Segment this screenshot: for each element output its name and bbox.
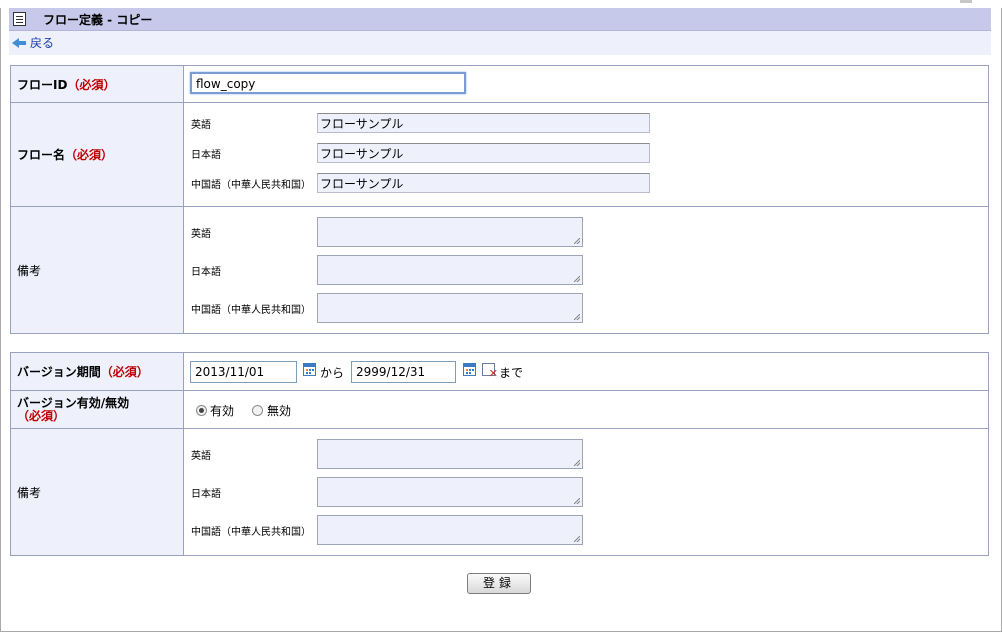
version-period-label: バージョン期間（必須） xyxy=(10,352,184,391)
version-remarks-en-textarea[interactable] xyxy=(317,439,583,469)
version-remarks-row: 備考 英語 日本語 中国語（中華人民共和国） xyxy=(10,428,989,556)
flow-name-row: フロー名（必須） 英語 フローサンプル 日本語 フローサンプル 中国語（中華人民… xyxy=(10,102,989,207)
remarks-row: 備考 英語 日本語 中国語（中華人民共和国） xyxy=(10,206,989,334)
disabled-label: 無効 xyxy=(267,404,292,418)
required-mark: （必須） xyxy=(65,148,114,162)
lang-label-ja: 日本語 xyxy=(191,267,221,278)
flow-name-zh: フローサンプル xyxy=(317,173,650,193)
until-text: まで xyxy=(499,366,524,380)
remarks-label: 備考 xyxy=(10,206,184,334)
flow-id-label: フローID（必須） xyxy=(10,65,184,103)
end-date-input[interactable]: 2999/12/31 xyxy=(351,361,456,383)
register-button[interactable]: 登録 xyxy=(467,573,531,594)
title-bar: フロー定義 - コピー xyxy=(9,8,991,31)
flow-id-input[interactable]: flow_copy xyxy=(190,72,466,94)
enabled-radio[interactable] xyxy=(196,405,207,416)
lang-label-zh: 中国語（中華人民共和国） xyxy=(191,527,311,538)
flow-id-cell: flow_copy xyxy=(183,65,989,103)
page-title: フロー定義 - コピー xyxy=(43,13,153,27)
calendar-icon[interactable] xyxy=(463,363,476,376)
back-bar: 戻る xyxy=(9,31,991,55)
lang-label-zh: 中国語（中華人民共和国） xyxy=(191,180,311,191)
lang-label-ja: 日本語 xyxy=(191,489,221,500)
version-enabled-cell: 有効 無効 xyxy=(183,390,989,429)
version-period-row: バージョン期間（必須） 2013/11/01 から 2999/12/31 まで xyxy=(10,352,989,391)
remarks-cell: 英語 日本語 中国語（中華人民共和国） xyxy=(183,206,989,334)
version-enabled-row: バージョン有効/無効 （必須） 有効 無効 xyxy=(10,390,989,429)
from-text: から xyxy=(320,366,345,380)
lang-label-ja: 日本語 xyxy=(191,150,221,161)
required-mark: （必須） xyxy=(67,77,116,92)
version-period-cell: 2013/11/01 から 2999/12/31 まで xyxy=(183,352,989,391)
top-strip xyxy=(0,0,1002,8)
version-remarks-label: 備考 xyxy=(10,428,184,556)
clear-date-icon[interactable] xyxy=(482,363,498,380)
lang-label-en: 英語 xyxy=(191,451,211,462)
flow-name-en: フローサンプル xyxy=(317,113,650,133)
version-remarks-zh-textarea[interactable] xyxy=(317,515,583,545)
version-enabled-label: バージョン有効/無効 （必須） xyxy=(10,390,184,429)
remarks-en-textarea[interactable] xyxy=(317,217,583,247)
flow-definition-table: フローID（必須） flow_copy フロー名（必須） 英語 フローサンプル … xyxy=(10,65,989,334)
scroll-handle xyxy=(960,0,972,3)
required-mark: （必須） xyxy=(100,365,149,379)
back-link[interactable]: 戻る xyxy=(12,34,54,51)
flow-name-label: フロー名（必須） xyxy=(10,102,184,207)
disabled-radio[interactable] xyxy=(252,405,263,416)
flow-id-row: フローID（必須） flow_copy xyxy=(10,65,989,103)
version-remarks-cell: 英語 日本語 中国語（中華人民共和国） xyxy=(183,428,989,556)
remarks-zh-textarea[interactable] xyxy=(317,293,583,323)
back-arrow-icon xyxy=(12,37,19,48)
back-arrow-tail xyxy=(19,40,26,45)
flow-name-cell: 英語 フローサンプル 日本語 フローサンプル 中国語（中華人民共和国） フローサ… xyxy=(183,102,989,207)
remarks-ja-textarea[interactable] xyxy=(317,255,583,285)
back-label: 戻る xyxy=(30,36,55,50)
required-mark: （必須） xyxy=(17,408,66,423)
enabled-label: 有効 xyxy=(210,404,235,418)
calendar-icon[interactable] xyxy=(303,363,316,376)
flow-name-ja: フローサンプル xyxy=(317,143,650,163)
start-date-input[interactable]: 2013/11/01 xyxy=(190,361,297,383)
version-table: バージョン期間（必須） 2013/11/01 から 2999/12/31 まで … xyxy=(10,352,989,556)
lang-label-en: 英語 xyxy=(191,229,211,240)
document-icon xyxy=(13,12,26,26)
version-remarks-ja-textarea[interactable] xyxy=(317,477,583,507)
lang-label-zh: 中国語（中華人民共和国） xyxy=(191,305,311,316)
lang-label-en: 英語 xyxy=(191,120,211,131)
